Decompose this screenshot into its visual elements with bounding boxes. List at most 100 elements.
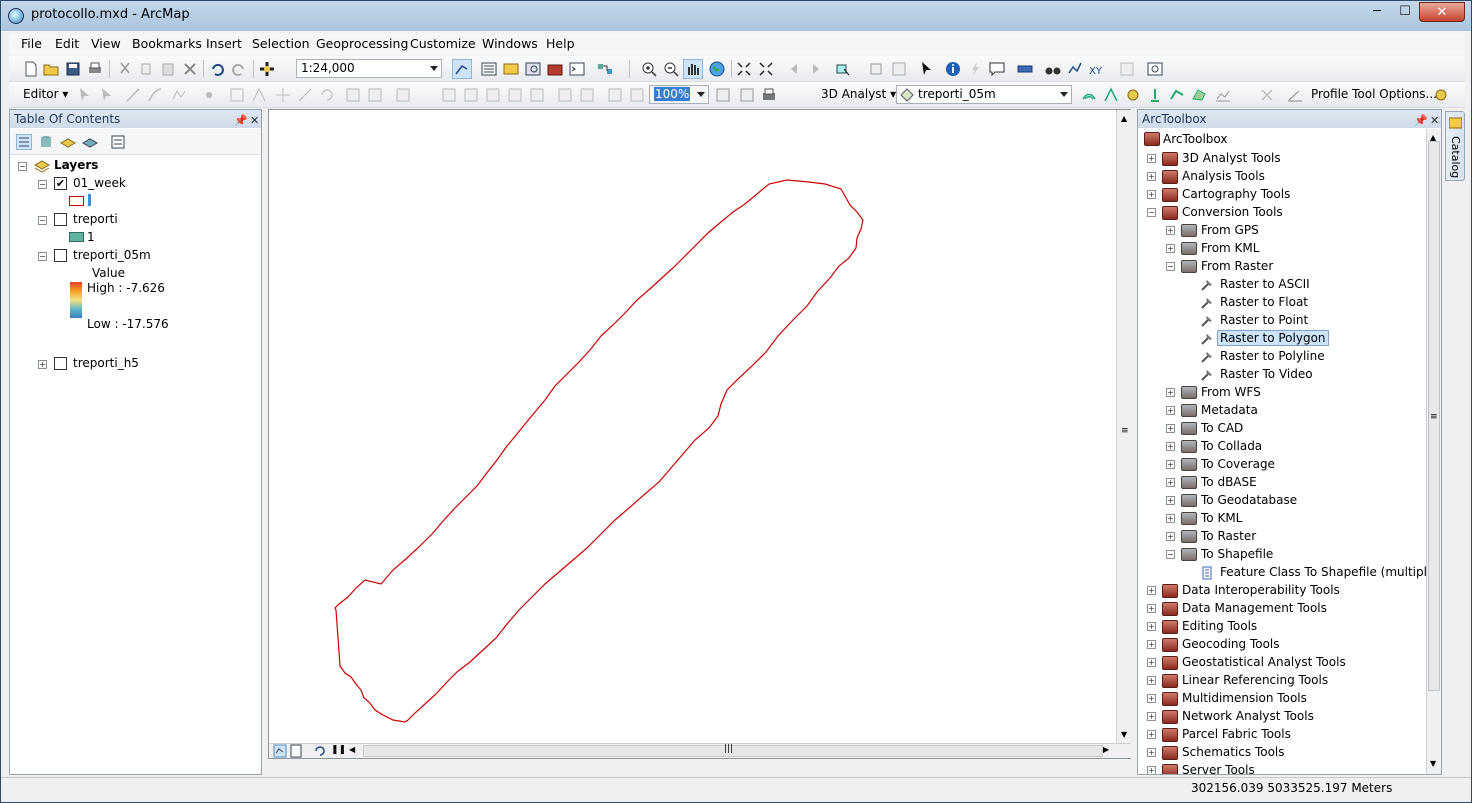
profile-graph-icon[interactable]: [1215, 87, 1231, 103]
python-window-icon[interactable]: [569, 61, 585, 77]
tree-expand-toggle[interactable]: +: [1166, 478, 1175, 487]
tree-item-label[interactable]: Raster to ASCII: [1220, 277, 1310, 291]
layer-name-treporti-h5[interactable]: treporti_h5: [73, 356, 139, 370]
redo-icon[interactable]: [231, 61, 247, 77]
list-by-selection-icon[interactable]: [82, 134, 98, 150]
identify-icon[interactable]: [945, 61, 961, 77]
pause-drawing-icon[interactable]: ❚❚: [331, 745, 346, 755]
georef-icon-5[interactable]: [529, 87, 545, 103]
layer-visibility-checkbox[interactable]: [54, 213, 67, 226]
point-icon[interactable]: [201, 87, 217, 103]
time-slider-icon[interactable]: [1119, 61, 1135, 77]
search-window-icon[interactable]: [525, 61, 541, 77]
create-viewer-window-icon[interactable]: [1147, 61, 1163, 77]
scroll-down-arrow-icon[interactable]: ▼: [1430, 759, 1436, 768]
hyperlink-icon[interactable]: [967, 61, 983, 77]
select-elements-arrow-icon[interactable]: [919, 61, 935, 77]
tree-item-label[interactable]: Cartography Tools: [1182, 187, 1290, 201]
edit-vertices-icon[interactable]: [229, 87, 245, 103]
tree-item-label[interactable]: From GPS: [1201, 223, 1259, 237]
tree-item-label[interactable]: From WFS: [1201, 385, 1261, 399]
clear-selection-icon[interactable]: [869, 61, 885, 77]
map-vertical-scrollbar[interactable]: ▲ ≡ ▼: [1116, 110, 1131, 743]
3d-analyst-menu[interactable]: 3D Analyst ▾: [821, 87, 896, 101]
menu-insert[interactable]: Insert: [206, 36, 242, 51]
open-folder-icon[interactable]: [43, 61, 59, 77]
back-extent-icon[interactable]: [787, 61, 803, 77]
menu-file[interactable]: File: [21, 36, 42, 51]
sketch-properties-icon[interactable]: [367, 87, 383, 103]
close-button[interactable]: ✕: [1419, 2, 1465, 22]
tree-item-label[interactable]: Metadata: [1201, 403, 1258, 417]
tree-expand-toggle[interactable]: +: [1166, 532, 1175, 541]
tree-item-label[interactable]: Linear Referencing Tools: [1182, 673, 1328, 687]
maximize-button[interactable]: ☐: [1391, 2, 1419, 22]
new-document-icon[interactable]: [23, 61, 39, 77]
tree-expand-toggle[interactable]: +: [1166, 442, 1175, 451]
arctoolbox-icon[interactable]: [547, 61, 563, 77]
find-binoculars-icon[interactable]: [1045, 61, 1061, 77]
contour-icon[interactable]: [1081, 87, 1097, 103]
map-canvas[interactable]: [269, 110, 1114, 743]
full-extent-globe-icon[interactable]: [709, 61, 725, 77]
close-icon[interactable]: ✕: [250, 112, 259, 130]
zoom-selected-icon[interactable]: [891, 61, 907, 77]
layout-grid-icon[interactable]: [739, 87, 755, 103]
tree-item-label[interactable]: Geocoding Tools: [1182, 637, 1280, 651]
tree-item-label[interactable]: To Raster: [1201, 529, 1256, 543]
tree-item-label[interactable]: 3D Analyst Tools: [1182, 151, 1281, 165]
tree-item-label[interactable]: Data Management Tools: [1182, 601, 1327, 615]
forward-extent-icon[interactable]: [807, 61, 823, 77]
pin-icon[interactable]: 📌: [234, 112, 248, 130]
add-data-icon[interactable]: [259, 61, 275, 77]
tree-item-label[interactable]: Analysis Tools: [1182, 169, 1265, 183]
profile-options-gear-icon[interactable]: [1433, 87, 1449, 103]
scroll-down-arrow-icon[interactable]: ▼: [1121, 730, 1127, 739]
zoom-percent-combo[interactable]: 100%: [649, 85, 709, 104]
tree-expand-toggle[interactable]: +: [1147, 586, 1156, 595]
tree-item-label[interactable]: Raster to Polygon: [1217, 330, 1329, 346]
tree-expand-toggle[interactable]: +: [1147, 658, 1156, 667]
tree-expand-toggle[interactable]: +: [1166, 514, 1175, 523]
layout-icon-3[interactable]: [607, 87, 623, 103]
split-icon[interactable]: [297, 87, 313, 103]
select-features-icon[interactable]: [835, 61, 851, 77]
tree-expand-toggle[interactable]: +: [1166, 388, 1175, 397]
tree-expand-toggle[interactable]: +: [1147, 676, 1156, 685]
layer-visibility-checkbox[interactable]: [54, 249, 67, 262]
layer-visibility-checkbox[interactable]: ✔: [54, 177, 67, 190]
tree-expand-toggle[interactable]: −: [1166, 262, 1175, 271]
trace-icon[interactable]: [171, 87, 187, 103]
cut-polygons-icon[interactable]: [275, 87, 291, 103]
delete-icon[interactable]: [182, 61, 198, 77]
tree-item-label[interactable]: From KML: [1201, 241, 1259, 255]
tree-expand-toggle[interactable]: +: [1147, 604, 1156, 613]
tree-expand-toggle[interactable]: +: [1147, 172, 1156, 181]
table-of-contents-icon[interactable]: [481, 61, 497, 77]
layout-print-icon[interactable]: [761, 87, 777, 103]
tree-item-label[interactable]: Data Interoperability Tools: [1182, 583, 1340, 597]
attributes-icon[interactable]: [345, 87, 361, 103]
georef-icon-1[interactable]: [441, 87, 457, 103]
menu-help[interactable]: Help: [546, 36, 575, 51]
editor-menu[interactable]: Editor ▾: [23, 87, 68, 101]
tree-item-label[interactable]: Server Tools: [1182, 763, 1255, 774]
map-scale-combo[interactable]: 1:24,000: [296, 59, 442, 78]
fixed-zoom-in-icon[interactable]: [736, 61, 752, 77]
tree-item-label[interactable]: To Geodatabase: [1201, 493, 1297, 507]
close-icon[interactable]: ✕: [1430, 112, 1439, 130]
tree-expand-toggle[interactable]: +: [1147, 766, 1156, 774]
toolbox-vertical-scrollbar[interactable]: ▲ ≡ ▼: [1426, 129, 1441, 774]
tree-item-label[interactable]: Raster to Float: [1220, 295, 1308, 309]
layer-visibility-checkbox[interactable]: [54, 357, 67, 370]
tree-item-label[interactable]: Parcel Fabric Tools: [1182, 727, 1291, 741]
tree-item-label[interactable]: To Coverage: [1201, 457, 1275, 471]
list-by-source-icon[interactable]: [38, 134, 54, 150]
expand-layer-toggle[interactable]: −: [38, 216, 47, 225]
map-view[interactable]: ▲ ≡ ▼ ❚❚ ◀ ||| ▶: [268, 109, 1131, 759]
profile-tool-icon[interactable]: [1259, 87, 1275, 103]
steepest-path-icon[interactable]: [1103, 87, 1119, 103]
tree-expand-toggle[interactable]: −: [1166, 550, 1175, 559]
tree-expand-toggle[interactable]: +: [1147, 748, 1156, 757]
list-by-visibility-icon[interactable]: [60, 134, 76, 150]
